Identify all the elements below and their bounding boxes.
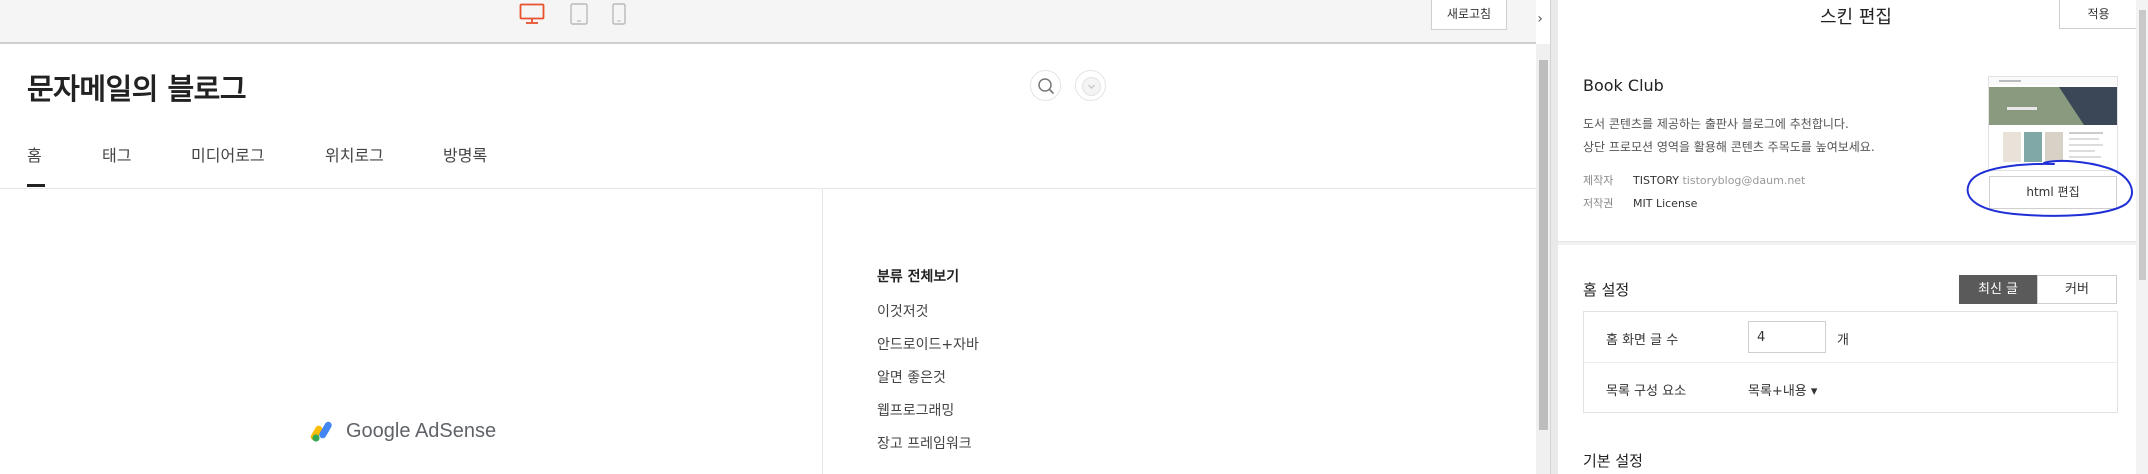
- category-item[interactable]: 장고 프레임워크: [877, 433, 979, 466]
- pane-splitter: [1550, 0, 1558, 474]
- category-item[interactable]: 웹프로그래밍: [877, 400, 979, 433]
- nav-item-tags[interactable]: 태그: [102, 142, 131, 166]
- tablet-icon[interactable]: [570, 3, 588, 29]
- desktop-icon[interactable]: [519, 3, 545, 29]
- list-elements-dropdown[interactable]: 목록+내용 ▾: [1748, 380, 1817, 399]
- latest-posts-toggle[interactable]: 최신 글: [1959, 275, 2037, 304]
- skin-settings-panel: 스킨 편집 적용 Book Club 도서 콘텐츠를 제공하는 출판사 블로그에…: [1558, 0, 2148, 474]
- divider: [0, 188, 1536, 189]
- nav-item-guestbook[interactable]: 방명록: [443, 142, 487, 166]
- category-item[interactable]: 안드로이드+자바: [877, 334, 979, 367]
- handdrawn-circle-annotation: [1966, 159, 2133, 217]
- post-count-unit: 개: [1837, 333, 1849, 348]
- active-nav-indicator: [27, 184, 45, 187]
- profile-icon: [1082, 77, 1101, 96]
- panel-title: 스킨 편집: [1820, 7, 1892, 28]
- collapse-panel-button[interactable]: ›: [1530, 6, 1550, 32]
- list-elements-label: 목록 구성 요소: [1606, 384, 1687, 399]
- home-settings-box: 홈 화면 글 수 개 목록 구성 요소 목록+내용 ▾: [1583, 311, 2118, 413]
- author-value: TISTORY: [1633, 174, 1679, 187]
- skin-name: Book Club: [1583, 76, 1664, 95]
- skin-license: 저작권 MIT License: [1583, 195, 1697, 211]
- category-item[interactable]: 알면 좋은것: [877, 367, 979, 400]
- post-count-input[interactable]: [1748, 321, 1826, 353]
- search-icon: [1038, 78, 1055, 95]
- panel-scrollbar-thumb[interactable]: [2139, 10, 2146, 280]
- author-key: 제작자: [1583, 174, 1614, 187]
- nav-item-medialog[interactable]: 미디어로그: [191, 142, 265, 166]
- skin-editor: 새로고침 › 문자메일의 블로그 홈 태그 미디어로그 위치로그 방명록 Goo…: [0, 0, 2148, 474]
- mobile-icon[interactable]: [612, 3, 626, 29]
- skin-author: 제작자 TISTORY tistoryblog@daum.net: [1583, 172, 1805, 188]
- adsense-placeholder: Google AdSense: [310, 419, 496, 443]
- skin-description: 도서 콘텐츠를 제공하는 출판사 블로그에 추천합니다. 상단 프로모션 영역을…: [1583, 113, 1875, 159]
- skin-description-line: 상단 프로모션 영역을 활용해 콘텐츠 주목도를 높여보세요.: [1583, 140, 1875, 154]
- nav-item-locationlog[interactable]: 위치로그: [325, 142, 384, 166]
- skin-description-line: 도서 콘텐츠를 제공하는 출판사 블로그에 추천합니다.: [1583, 117, 1849, 131]
- panel-header: 스킨 편집 적용: [1558, 0, 2148, 30]
- nav-item-home[interactable]: 홈: [27, 142, 42, 166]
- license-value: MIT License: [1633, 197, 1698, 210]
- apply-button[interactable]: 적용: [2059, 0, 2138, 29]
- category-all-link[interactable]: 분류 전체보기: [877, 266, 979, 286]
- search-button[interactable]: [1030, 70, 1061, 101]
- blog-title[interactable]: 문자메일의 블로그: [27, 66, 247, 108]
- blog-preview: 새로고침 › 문자메일의 블로그 홈 태그 미디어로그 위치로그 방명록 Goo…: [0, 0, 1543, 474]
- author-email: tistoryblog@daum.net: [1682, 174, 1806, 187]
- post-count-label: 홈 화면 글 수: [1606, 333, 1679, 348]
- adsense-label: Google AdSense: [346, 419, 497, 442]
- cover-toggle[interactable]: 커버: [2037, 275, 2117, 304]
- refresh-button[interactable]: 새로고침: [1431, 0, 1507, 30]
- divider: [1584, 362, 2117, 363]
- preview-scrollbar-thumb[interactable]: [1539, 60, 1548, 430]
- adsense-logo-icon: [310, 421, 332, 442]
- preview-toolbar: 새로고침 ›: [0, 0, 1543, 44]
- license-key: 저작권: [1583, 197, 1614, 210]
- profile-button[interactable]: [1075, 70, 1106, 101]
- divider: [822, 189, 823, 474]
- home-settings-label: 홈 설정: [1583, 281, 1630, 299]
- basic-settings-label: 기본 설정: [1583, 452, 1643, 470]
- category-item[interactable]: 이것저것: [877, 301, 979, 334]
- category-list: 분류 전체보기 이것저것 안드로이드+자바 알면 좋은것 웹프로그래밍 장고 프…: [877, 266, 979, 466]
- section-divider: [1558, 241, 2148, 245]
